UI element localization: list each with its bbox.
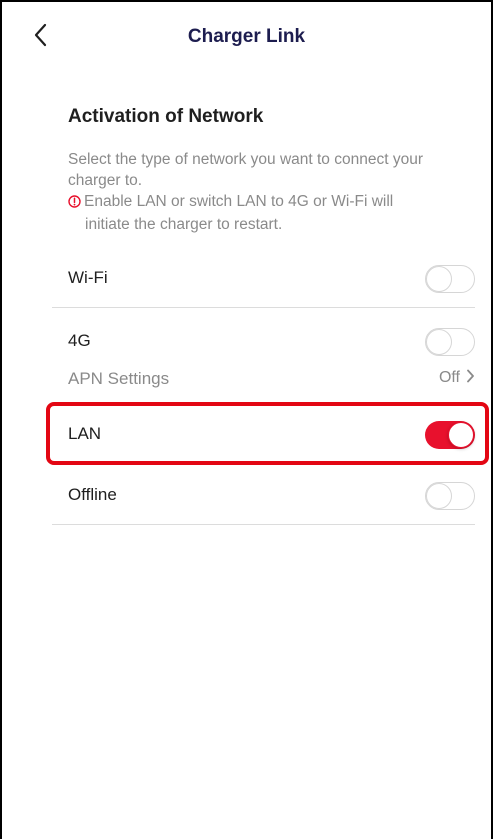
offline-toggle[interactable] — [425, 482, 475, 510]
header: Charger Link — [2, 2, 491, 68]
page-title: Charger Link — [187, 26, 306, 47]
wifi-toggle[interactable] — [425, 265, 475, 293]
divider — [52, 524, 475, 525]
apn-settings-value[interactable]: Off — [439, 369, 475, 388]
toggle-knob — [426, 266, 452, 292]
row-lan: LAN — [52, 407, 475, 463]
section-description: Select the type of network you want to c… — [68, 151, 423, 189]
app-frame: Charger Link Activation of Network Selec… — [0, 0, 493, 839]
wifi-label: Wi-Fi — [68, 268, 108, 287]
row-offline: Offline — [52, 468, 475, 524]
row-wifi: Wi-Fi — [52, 251, 475, 307]
warning-circle-icon — [68, 193, 81, 214]
section-title: Activation of Network — [68, 106, 264, 127]
lan-toggle[interactable] — [425, 421, 475, 449]
divider — [52, 307, 475, 308]
row-apn-settings[interactable]: APN Settings Off — [52, 352, 475, 408]
apn-settings-label: APN Settings — [68, 369, 170, 388]
4g-label: 4G — [68, 331, 91, 350]
lan-label: LAN — [68, 424, 102, 443]
offline-label: Offline — [68, 485, 117, 504]
apn-value-text: Off — [438, 369, 460, 386]
restart-note: Enable LAN or switch LAN to 4G or Wi-Fi … — [68, 191, 468, 235]
restart-note-line1: Enable LAN or switch LAN to 4G or Wi-Fi … — [84, 193, 394, 210]
restart-note-line2: initiate the charger to restart. — [85, 216, 283, 233]
toggle-knob — [426, 483, 452, 509]
toggle-knob — [448, 422, 474, 448]
chevron-right-icon — [466, 369, 475, 388]
